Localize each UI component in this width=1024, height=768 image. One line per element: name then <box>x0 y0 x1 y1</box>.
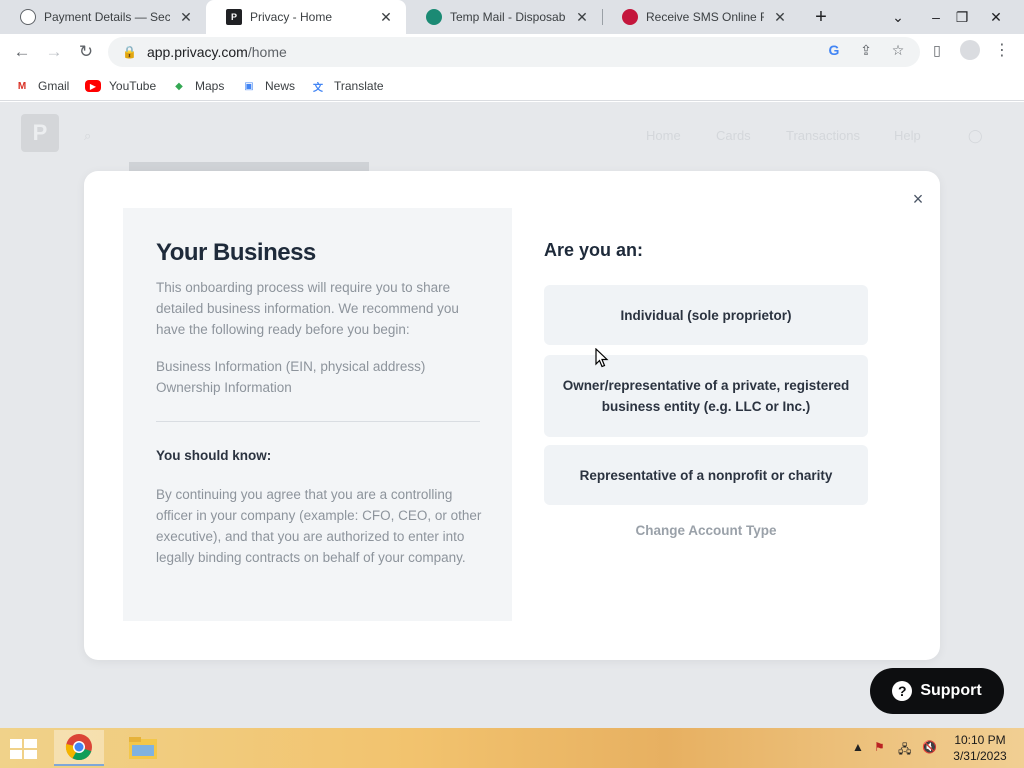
address-bar[interactable]: 🔒 app.privacy.com/home <box>108 37 920 67</box>
back-arrow-icon[interactable]: ← <box>8 38 36 66</box>
close-icon[interactable]: ✕ <box>574 9 590 26</box>
more-menu-icon[interactable]: ⋮ <box>993 41 1011 59</box>
new-tab-button[interactable]: + <box>805 0 837 34</box>
bookmark-youtube[interactable]: ▶ YouTube <box>85 76 156 96</box>
reload-icon[interactable]: ↻ <box>72 38 100 66</box>
nav-help[interactable]: Help <box>894 128 921 143</box>
privacy-logo[interactable]: P <box>21 114 59 152</box>
change-account-type-link[interactable]: Change Account Type <box>544 523 868 538</box>
nav-cards[interactable]: Cards <box>716 128 751 143</box>
option-individual-button[interactable]: Individual (sole proprietor) <box>544 285 868 345</box>
folder-icon <box>129 737 157 759</box>
sms-icon <box>622 9 638 25</box>
info-panel: Your Business This onboarding process wi… <box>123 208 512 621</box>
page-content: P ⌕ Home Cards Transactions Help ◯ × You… <box>0 102 1024 728</box>
side-panel-icon[interactable]: ▯ <box>928 41 946 59</box>
maps-icon: ◆ <box>175 80 183 92</box>
know-heading: You should know: <box>156 448 272 463</box>
windows-start-icon[interactable] <box>8 737 40 761</box>
bookmark-label: News <box>265 79 296 93</box>
tab-privacy-home[interactable]: P Privacy - Home ✕ <box>206 0 406 34</box>
bookmark-gmail[interactable]: M Gmail <box>14 76 70 96</box>
tab-title: Receive SMS Online For <box>646 10 764 24</box>
nav-home[interactable]: Home <box>646 128 681 143</box>
intro-text: This onboarding process will require you… <box>156 280 459 337</box>
lock-icon: 🔒 <box>122 45 137 59</box>
temp-mail-icon <box>426 9 442 25</box>
news-icon: ▣ <box>244 80 254 92</box>
tab-title: Privacy - Home <box>250 10 333 24</box>
windows-taskbar: ▲ ⚑ 🖧 🔇 10:10 PM 3/31/2023 <box>0 728 1024 768</box>
question-heading: Are you an: <box>544 240 644 260</box>
user-icon[interactable]: ◯ <box>968 128 983 144</box>
bookmark-maps[interactable]: ◆ Maps <box>171 76 224 96</box>
nav-transactions[interactable]: Transactions <box>786 128 860 143</box>
url-text: app.privacy.com/home <box>146 44 287 60</box>
tab-title: Temp Mail - Disposable T <box>450 10 566 24</box>
chrome-icon <box>65 734 92 761</box>
network-icon[interactable]: 🖧 <box>898 740 911 761</box>
taskbar-file-explorer[interactable] <box>118 730 168 766</box>
gmail-icon: M <box>17 80 27 92</box>
globe-icon <box>20 9 36 25</box>
google-lens-icon[interactable]: G <box>825 41 843 59</box>
clock-date: 3/31/2023 <box>953 749 1007 763</box>
translate-icon: 文 <box>313 82 323 94</box>
bookmark-news[interactable]: ▣ News <box>241 76 295 96</box>
requirement-ownership-info: Ownership Information <box>156 380 292 395</box>
requirement-business-info: Business Information (EIN, physical addr… <box>156 359 426 374</box>
restore-icon[interactable]: ❐ <box>946 0 978 34</box>
privacy-p-icon: P <box>226 9 242 25</box>
bookmark-label: Translate <box>334 79 384 93</box>
tab-receive-sms[interactable]: Receive SMS Online For ✕ <box>602 0 800 34</box>
divider <box>156 421 480 422</box>
system-clock[interactable]: 10:10 PM 3/31/2023 <box>940 732 1020 764</box>
support-label: Support <box>920 682 982 699</box>
browser-toolbar: ← → ↻ 🔒 app.privacy.com/home G ⇪ ☆ ▯ ⋮ <box>0 34 1024 70</box>
plus-icon: + <box>815 5 827 28</box>
support-button[interactable]: ? Support <box>870 668 1004 714</box>
tab-payment-details[interactable]: Payment Details — Secur ✕ <box>0 0 206 34</box>
share-icon[interactable]: ⇪ <box>857 41 875 59</box>
close-icon[interactable]: × <box>908 189 928 209</box>
bookmark-star-icon[interactable]: ☆ <box>889 41 907 59</box>
business-onboarding-modal: × Your Business This onboarding process … <box>84 171 940 660</box>
mouse-cursor-icon <box>595 348 609 368</box>
flag-alert-icon[interactable]: ⚑ <box>874 740 885 754</box>
volume-muted-icon[interactable]: 🔇 <box>922 740 937 754</box>
search-icon: ⌕ <box>84 128 92 143</box>
option-nonprofit-button[interactable]: Representative of a nonprofit or charity <box>544 445 868 505</box>
bookmark-label: Gmail <box>38 79 70 93</box>
close-icon[interactable]: ✕ <box>378 9 394 26</box>
modal-title: Your Business <box>156 239 316 266</box>
youtube-icon: ▶ <box>85 80 101 92</box>
bookmark-translate[interactable]: 文 Translate <box>310 76 384 96</box>
close-icon[interactable]: ✕ <box>178 9 194 26</box>
forward-arrow-icon[interactable]: → <box>40 38 68 66</box>
close-icon[interactable]: ✕ <box>772 9 788 26</box>
tab-search-chevron-icon[interactable]: ⌄ <box>882 0 914 34</box>
clock-time: 10:10 PM <box>954 733 1006 747</box>
tab-temp-mail[interactable]: Temp Mail - Disposable T ✕ <box>406 0 602 34</box>
tab-title: Payment Details — Secur <box>44 10 170 24</box>
bookmarks-bar: M Gmail ▶ YouTube ◆ Maps ▣ News 文 Transl… <box>0 70 1024 101</box>
window-close-icon[interactable]: ✕ <box>980 0 1012 34</box>
know-text: By continuing you agree that you are a c… <box>156 487 482 565</box>
tray-chevron-icon[interactable]: ▲ <box>852 740 864 754</box>
profile-avatar-icon[interactable] <box>960 40 980 60</box>
bookmark-label: YouTube <box>109 79 157 93</box>
option-private-entity-button[interactable]: Owner/representative of a private, regis… <box>544 355 868 437</box>
help-question-icon: ? <box>892 681 913 701</box>
bookmark-label: Maps <box>195 79 225 93</box>
taskbar-chrome[interactable] <box>54 730 104 766</box>
browser-tab-strip: Payment Details — Secur ✕ P Privacy - Ho… <box>0 0 1024 34</box>
